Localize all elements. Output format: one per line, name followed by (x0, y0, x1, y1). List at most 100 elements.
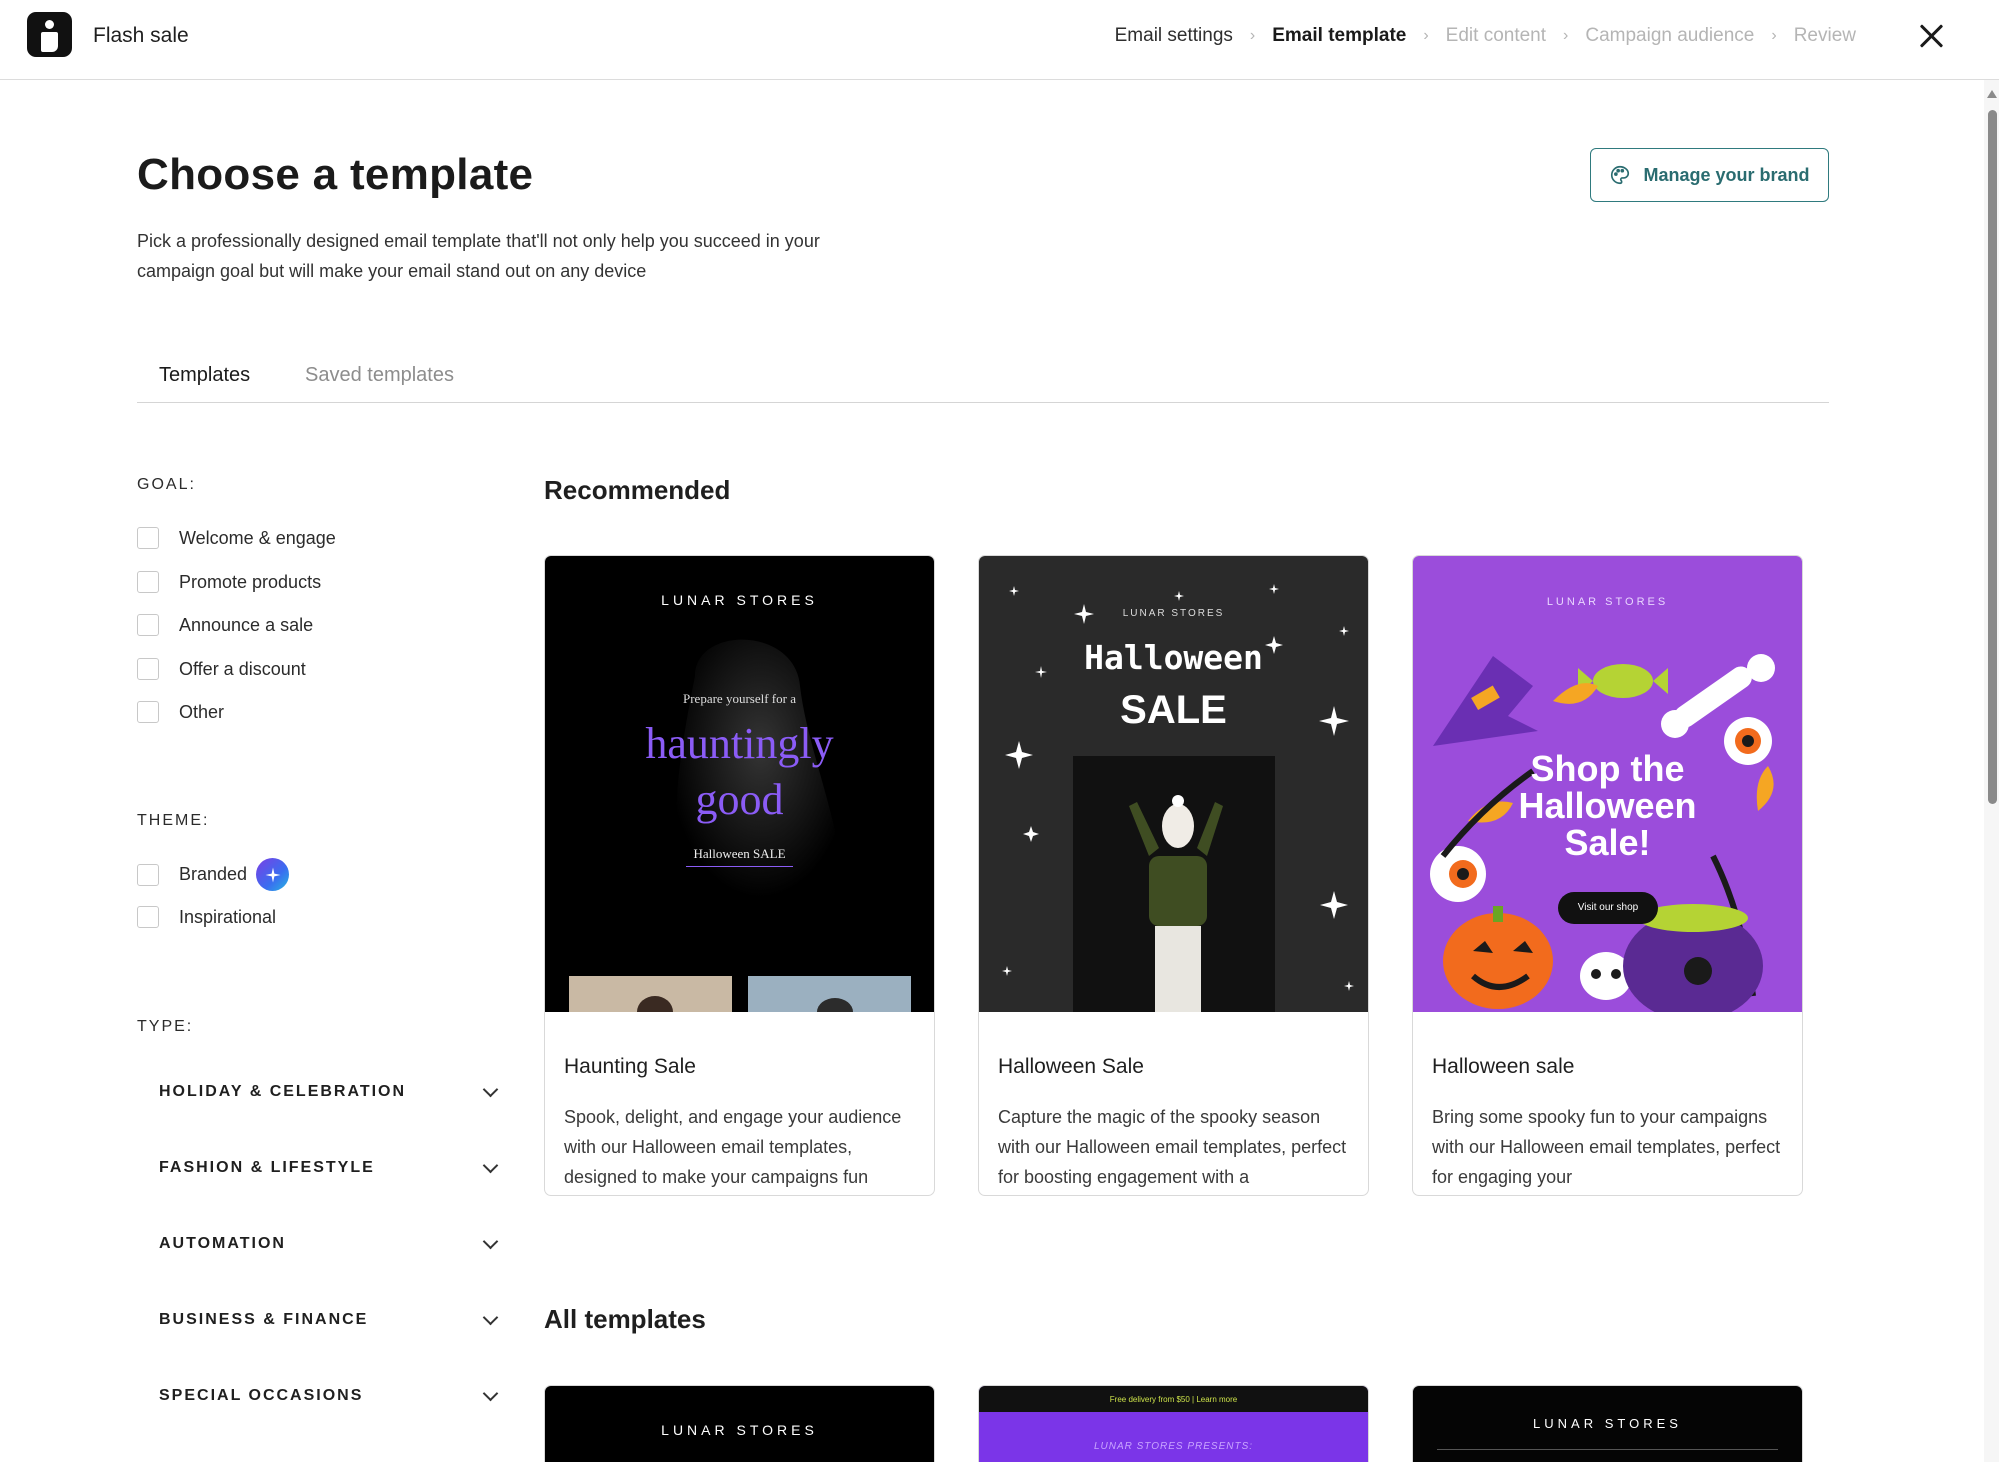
template-name: Halloween sale (1432, 1055, 1575, 1078)
checkbox-label: Inspirational (179, 906, 277, 927)
thumb-headline-2: SALE (1120, 688, 1227, 732)
thumb-brand: LUNAR STORES (661, 1422, 818, 1438)
page-description: Pick a professionally designed email tem… (137, 231, 820, 281)
chevron-right-icon: › (1563, 27, 1569, 44)
step-email-settings[interactable]: Email settings (1115, 25, 1233, 47)
logo-stem (41, 32, 58, 52)
template-thumbnail: LUNAR STORES Halloween SALE (979, 556, 1368, 1012)
page-title: Choose a template (137, 150, 534, 199)
template-description: Bring some spooky fun to your campaigns … (1432, 1107, 1781, 1187)
step-email-template[interactable]: Email template (1272, 25, 1406, 47)
checkbox[interactable] (137, 658, 159, 680)
checkbox-label: Promote products (179, 571, 322, 592)
tab-templates[interactable]: Templates (159, 364, 250, 387)
checkbox[interactable] (137, 863, 159, 886)
goal-offer-discount[interactable]: Offer a discount (137, 658, 306, 680)
checkbox[interactable] (137, 614, 159, 636)
checkbox-label: Offer a discount (179, 658, 306, 679)
step-review: Review (1793, 25, 1856, 46)
thumb-headline-3: Sale! (1564, 822, 1651, 863)
wizard-steps: Email settings › Email template › Edit c… (1115, 25, 1856, 47)
theme-label: THEME: (137, 812, 210, 829)
chevron-down-icon (482, 1233, 499, 1249)
step-campaign-audience: Campaign audience (1585, 25, 1755, 46)
thumb-headline-1: Shop the (1530, 748, 1685, 789)
template-name: Halloween Sale (998, 1055, 1144, 1078)
type-label-text: AUTOMATION (159, 1235, 286, 1252)
chevron-right-icon: › (1249, 27, 1256, 44)
template-thumbnail: LUNAR STORES Prepare yourself for a haun… (545, 556, 934, 1012)
type-fashion-lifestyle[interactable]: FASHION & LIFESTYLE (137, 1148, 500, 1188)
thumb-headline-2: Halloween (1518, 785, 1697, 826)
thumb-divider (1437, 1449, 1778, 1450)
checkbox-label: Other (179, 701, 225, 722)
type-automation[interactable]: AUTOMATION (137, 1224, 500, 1264)
type-holiday-celebration[interactable]: HOLIDAY & CELEBRATION (137, 1072, 500, 1112)
recommended-heading: Recommended (544, 475, 731, 505)
template-card-haunting-sale[interactable]: LUNAR STORES Prepare yourself for a haun… (544, 555, 935, 1196)
goal-welcome-engage[interactable]: Welcome & engage (137, 527, 336, 549)
template-card[interactable]: LUNAR STORES (544, 1385, 935, 1462)
app-logo[interactable] (27, 12, 72, 57)
manage-brand-label: Manage your brand (1643, 164, 1810, 185)
scroll-up-arrow-icon[interactable] (1987, 90, 1997, 98)
all-templates-heading: All templates (544, 1304, 706, 1334)
checkbox[interactable] (137, 701, 159, 723)
template-name: Haunting Sale (564, 1055, 696, 1078)
type-label-text: FASHION & LIFESTYLE (159, 1159, 375, 1176)
thumb-brand: LUNAR STORES (1546, 596, 1669, 608)
thumb-headline-2: good (695, 775, 784, 824)
template-card-halloween-sale[interactable]: LUNAR STORES Halloween SALE Halloween Sa… (978, 555, 1369, 1196)
thumb-pre: Prepare yourself for a (683, 691, 796, 706)
thumb-brand: LUNAR STORES (661, 592, 818, 608)
goal-label: GOAL: (137, 476, 196, 493)
palette-icon (1611, 165, 1630, 185)
chevron-down-icon (482, 1081, 499, 1097)
template-card[interactable]: Free delivery from $50 | Learn more LUNA… (978, 1385, 1369, 1462)
chevron-down-icon (482, 1309, 499, 1325)
checkbox-label: Branded (179, 864, 248, 884)
theme-inspirational[interactable]: Inspirational (137, 906, 276, 928)
thumb-headline-1: hauntingly (645, 719, 834, 768)
template-description: Capture the magic of the spooky season w… (998, 1107, 1347, 1187)
goal-other[interactable]: Other (137, 701, 224, 723)
thumb-brand: LUNAR STORES (1533, 1416, 1682, 1431)
checkbox-label: Announce a sale (179, 614, 314, 635)
goal-promote-products[interactable]: Promote products (137, 571, 321, 593)
scrollbar-thumb[interactable] (1988, 110, 1997, 804)
template-card[interactable]: LUNAR STORES (1412, 1385, 1803, 1462)
close-icon[interactable] (1918, 22, 1946, 50)
chevron-down-icon (482, 1385, 499, 1401)
stars-decoration (1002, 584, 1354, 1012)
chevron-right-icon: › (1423, 27, 1429, 44)
thumb-cta: Visit our shop (1558, 892, 1658, 924)
goal-announce-sale[interactable]: Announce a sale (137, 614, 313, 636)
top-bar: Flash sale Email settings › Email templa… (0, 0, 1999, 80)
type-label-text: SPECIAL OCCASIONS (159, 1387, 364, 1404)
type-label-text: BUSINESS & FINANCE (159, 1311, 369, 1328)
theme-branded[interactable]: Branded (137, 858, 290, 891)
checkbox[interactable] (137, 527, 159, 549)
checkbox[interactable] (137, 906, 159, 928)
tab-saved-templates[interactable]: Saved templates (305, 364, 454, 387)
chevron-down-icon (482, 1157, 499, 1173)
thumb-brand: LUNAR STORES (1122, 608, 1225, 619)
thumb-topline: Free delivery from $50 | Learn more (1109, 1395, 1238, 1404)
type-special-occasions[interactable]: SPECIAL OCCASIONS (137, 1376, 500, 1416)
thumb-headline-1: Halloween (1084, 638, 1263, 677)
manage-brand-button[interactable]: Manage your brand (1590, 148, 1829, 202)
logo-dot (45, 20, 54, 29)
step-edit-content: Edit content (1445, 25, 1547, 46)
template-card-halloween-sale-purple[interactable]: LUNAR STORES Shop the Halloween Sale! Vi… (1412, 555, 1803, 1196)
sparkle-icon (256, 858, 290, 891)
campaign-title: Flash sale (93, 24, 189, 47)
checkbox[interactable] (137, 571, 159, 593)
checkbox-label: Welcome & engage (179, 527, 336, 548)
chevron-right-icon: › (1771, 27, 1777, 44)
type-label: TYPE: (137, 1018, 194, 1035)
template-tabs: Templates Saved templates (137, 360, 1829, 403)
type-business-finance[interactable]: BUSINESS & FINANCE (137, 1300, 500, 1340)
type-label-text: HOLIDAY & CELEBRATION (159, 1083, 407, 1100)
template-description: Spook, delight, and engage your audience… (564, 1107, 902, 1187)
thumb-sub: Halloween SALE (686, 846, 793, 867)
